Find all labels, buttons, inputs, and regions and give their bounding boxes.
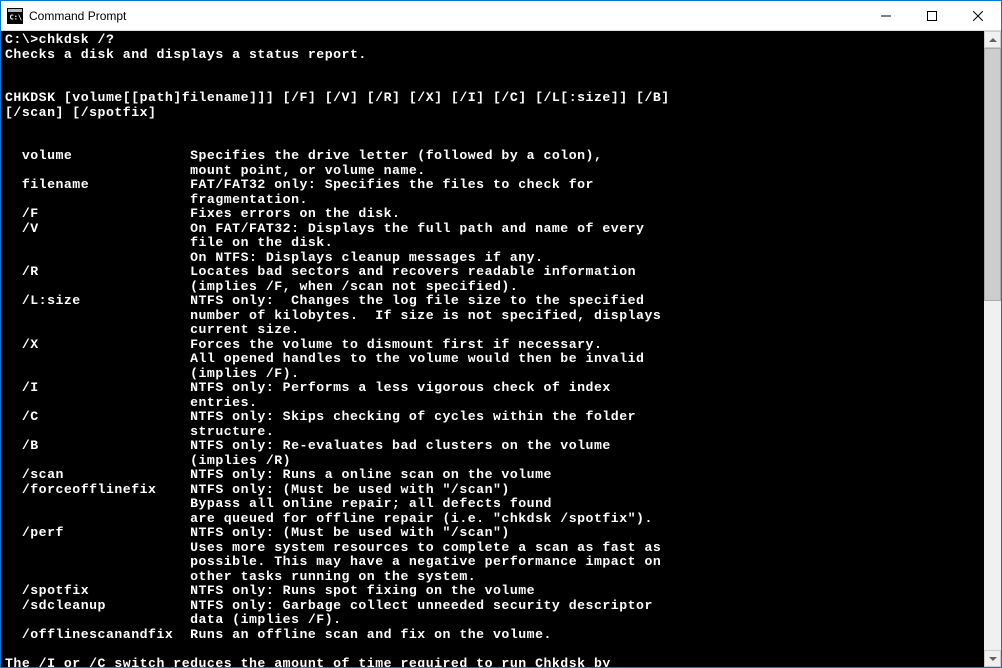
command-prompt-window: C:\ Command Prompt C:\>chkdsk /? Checks … xyxy=(0,0,1002,668)
scroll-down-arrow[interactable] xyxy=(984,650,1001,667)
titlebar[interactable]: C:\ Command Prompt xyxy=(1,1,1001,31)
terminal-output[interactable]: C:\>chkdsk /? Checks a disk and displays… xyxy=(1,31,984,667)
window-title: Command Prompt xyxy=(29,9,863,23)
scroll-thumb[interactable] xyxy=(984,48,1001,301)
close-button[interactable] xyxy=(955,1,1001,30)
scroll-up-arrow[interactable] xyxy=(984,31,1001,48)
content-area: C:\>chkdsk /? Checks a disk and displays… xyxy=(1,31,1001,667)
svg-text:C:\: C:\ xyxy=(10,13,23,21)
maximize-button[interactable] xyxy=(909,1,955,30)
vertical-scrollbar[interactable] xyxy=(984,31,1001,667)
scroll-track[interactable] xyxy=(984,48,1001,650)
minimize-button[interactable] xyxy=(863,1,909,30)
window-controls xyxy=(863,1,1001,30)
cmd-icon: C:\ xyxy=(7,8,23,24)
